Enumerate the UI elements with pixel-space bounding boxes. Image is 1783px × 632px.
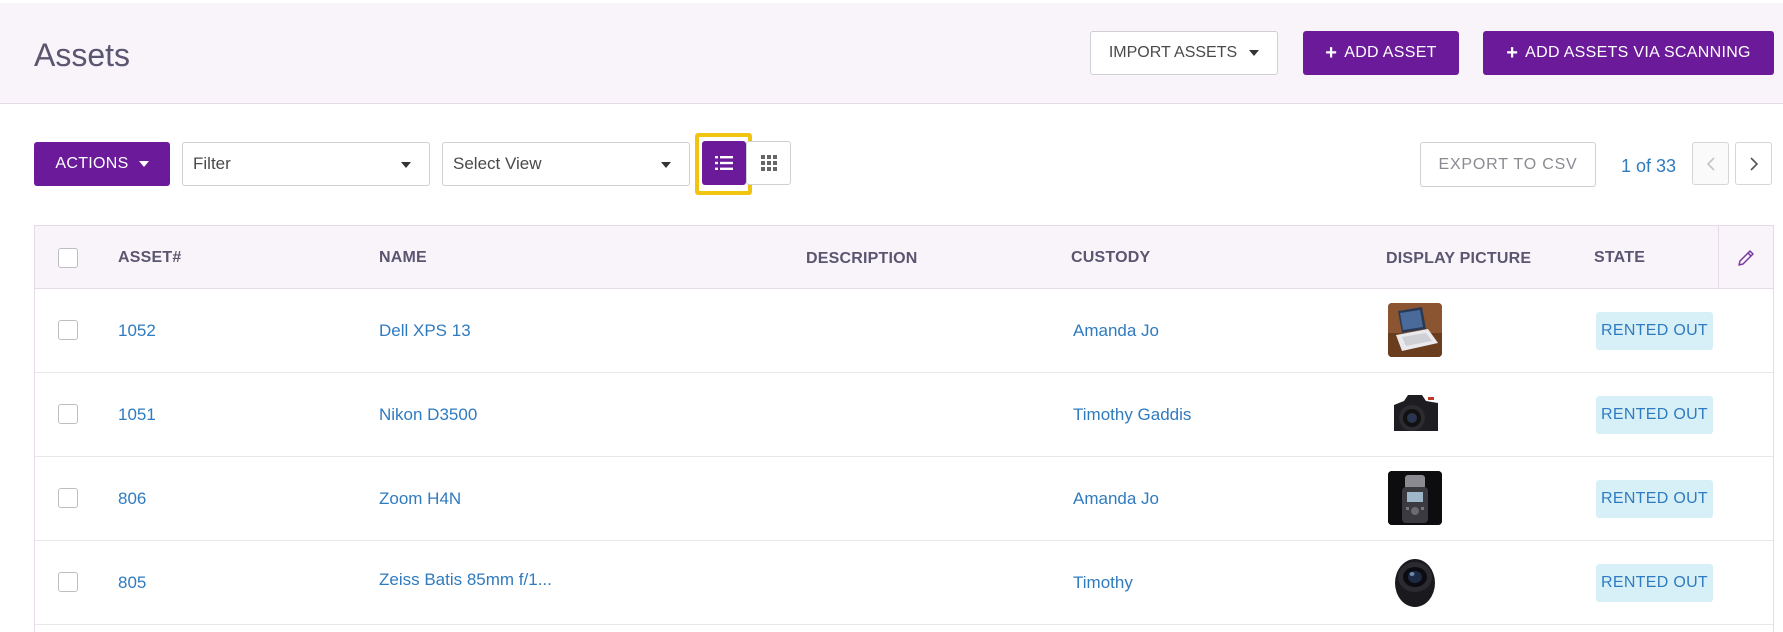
caret-down-icon <box>1249 50 1260 56</box>
table-row[interactable]: 805 Zeiss Batis 85mm f/1... Timothy RENT… <box>35 541 1773 625</box>
select-view-value: Select View <box>453 154 542 173</box>
add-assets-via-scanning-button[interactable]: + ADD ASSETS VIA SCANNING <box>1483 31 1774 75</box>
export-to-csv-label: EXPORT TO CSV <box>1438 155 1578 173</box>
add-asset-button[interactable]: + ADD ASSET <box>1303 31 1459 75</box>
grid-view-button[interactable] <box>746 141 791 185</box>
edit-columns-button[interactable] <box>1718 226 1773 289</box>
display-picture-thumbnail[interactable] <box>1388 387 1442 441</box>
select-view-select[interactable]: Select View <box>442 142 690 186</box>
add-assets-via-scanning-label: ADD ASSETS VIA SCANNING <box>1525 44 1751 61</box>
plus-icon: + <box>1506 42 1519 64</box>
column-header-asset[interactable]: ASSET# <box>118 249 181 267</box>
custody-link[interactable]: Timothy <box>1073 573 1133 593</box>
custody-link[interactable]: Amanda Jo <box>1073 321 1159 341</box>
table-row[interactable]: 1051 Nikon D3500 Timothy Gaddis RENTED O… <box>35 373 1773 457</box>
state-badge: RENTED OUT <box>1596 480 1713 518</box>
camera-lens-icon <box>1388 555 1442 609</box>
column-header-custody[interactable]: CUSTODY <box>1071 249 1150 267</box>
caret-down-icon <box>138 161 149 167</box>
caret-down-icon <box>661 162 671 168</box>
table-header: ASSET# NAME DESCRIPTION CUSTODY DISPLAY … <box>35 226 1773 289</box>
display-picture-thumbnail[interactable] <box>1388 471 1442 525</box>
import-assets-label: IMPORT ASSETS <box>1108 44 1238 61</box>
plus-icon: + <box>1325 42 1338 64</box>
grid-view-icon <box>760 155 777 171</box>
page-header: Assets IMPORT ASSETS + ADD ASSET + ADD A… <box>0 3 1783 104</box>
select-all-checkbox[interactable] <box>58 248 78 268</box>
asset-number-link[interactable]: 806 <box>118 489 146 509</box>
chevron-left-icon <box>1706 156 1715 171</box>
filter-select[interactable]: Filter <box>182 142 430 186</box>
filter-select-value: Filter <box>193 154 231 173</box>
audio-recorder-icon <box>1388 471 1442 525</box>
row-checkbox[interactable] <box>58 572 78 592</box>
row-checkbox[interactable] <box>58 320 78 340</box>
row-checkbox[interactable] <box>58 488 78 508</box>
list-view-button[interactable] <box>702 141 746 185</box>
asset-number-link[interactable]: 805 <box>118 573 146 593</box>
list-view-icon <box>715 156 733 170</box>
assets-table: ASSET# NAME DESCRIPTION CUSTODY DISPLAY … <box>34 225 1774 632</box>
display-picture-thumbnail[interactable] <box>1388 303 1442 357</box>
next-page-button[interactable] <box>1735 142 1772 185</box>
state-badge: RENTED OUT <box>1596 312 1713 350</box>
column-header-name[interactable]: NAME <box>379 249 427 267</box>
asset-name-link[interactable]: Zeiss Batis 85mm f/1... <box>379 570 552 590</box>
custody-link[interactable]: Amanda Jo <box>1073 489 1159 509</box>
actions-label: ACTIONS <box>55 155 129 172</box>
asset-name-link[interactable]: Nikon D3500 <box>379 405 477 425</box>
asset-name-link[interactable]: Zoom H4N <box>379 489 461 509</box>
caret-down-icon <box>401 162 411 168</box>
asset-number-link[interactable]: 1052 <box>118 321 156 341</box>
chevron-right-icon <box>1749 156 1758 171</box>
custody-link[interactable]: Timothy Gaddis <box>1073 405 1191 425</box>
row-checkbox[interactable] <box>58 404 78 424</box>
table-row[interactable]: 1052 Dell XPS 13 Amanda Jo RENTED OUT <box>35 289 1773 373</box>
actions-button[interactable]: ACTIONS <box>34 142 170 186</box>
state-badge: RENTED OUT <box>1596 564 1713 602</box>
table-row[interactable]: 806 Zoom H4N Amanda Jo RENTED OUT <box>35 457 1773 541</box>
column-header-description[interactable]: DESCRIPTION <box>806 250 918 268</box>
export-to-csv-button[interactable]: EXPORT TO CSV <box>1420 142 1596 187</box>
previous-page-button[interactable] <box>1692 142 1729 185</box>
import-assets-button[interactable]: IMPORT ASSETS <box>1090 31 1278 75</box>
column-header-state[interactable]: STATE <box>1594 249 1645 267</box>
asset-number-link[interactable]: 1051 <box>118 405 156 425</box>
pencil-icon <box>1738 249 1754 266</box>
state-badge: RENTED OUT <box>1596 396 1713 434</box>
display-picture-thumbnail[interactable] <box>1388 555 1442 609</box>
page-title: Assets <box>34 37 131 73</box>
asset-name-link[interactable]: Dell XPS 13 <box>379 321 471 341</box>
camera-icon <box>1388 387 1442 441</box>
column-header-display-picture[interactable]: DISPLAY PICTURE <box>1386 250 1531 268</box>
add-asset-label: ADD ASSET <box>1344 44 1437 61</box>
laptop-icon <box>1388 303 1442 357</box>
pagination-indicator: 1 of 33 <box>1621 156 1677 176</box>
